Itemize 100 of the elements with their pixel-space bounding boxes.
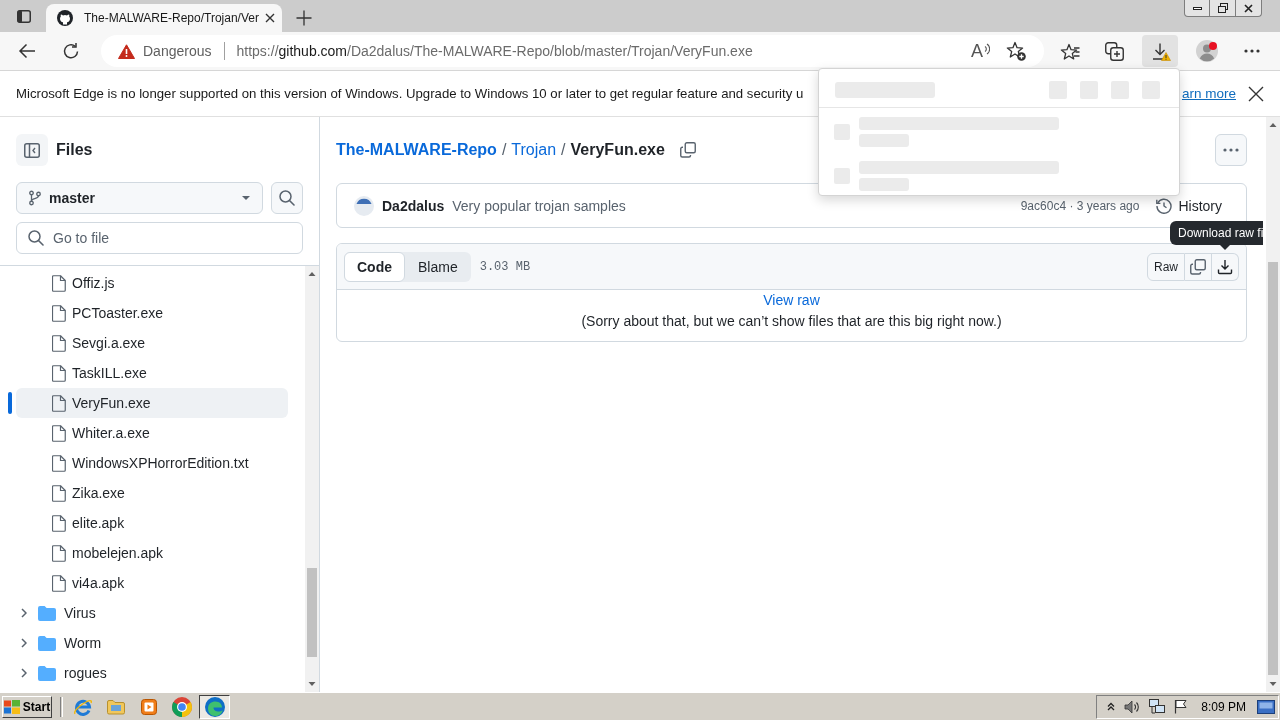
flag-icon[interactable]	[1174, 699, 1189, 714]
squares-plus-icon	[1104, 41, 1124, 61]
browser-tab[interactable]: The-MALWARE-Repo/Trojan/Ver	[46, 4, 282, 32]
more-icon	[1244, 49, 1260, 53]
show-desktop-icon[interactable]	[1257, 699, 1275, 714]
file-tree-item[interactable]: elite.apk	[16, 508, 288, 538]
branch-icon	[29, 190, 41, 206]
windows-flag-icon	[3, 699, 20, 714]
network-icon[interactable]	[1149, 699, 1166, 714]
file-icon	[52, 364, 66, 382]
download-raw-button[interactable]	[1212, 252, 1239, 281]
collapse-sidebar-button[interactable]	[16, 134, 48, 166]
url-text: https://github.com/Da2dalus/The-MALWARE-Repo/blob/master/Trojan/VeryFun.exe	[236, 43, 753, 59]
folder-icon	[106, 698, 125, 715]
raw-button[interactable]: Raw	[1147, 252, 1185, 281]
file-filter-field[interactable]: Go to file	[16, 222, 303, 254]
folder-icon	[38, 665, 56, 681]
folder-tree-item[interactable]: Worm	[16, 628, 288, 658]
branch-select[interactable]: master	[16, 182, 263, 214]
minimize-icon	[1192, 6, 1202, 10]
file-tree-item[interactable]: Sevgi.a.exe	[16, 328, 288, 358]
close-infobar-button[interactable]	[1248, 85, 1264, 102]
breadcrumb-link[interactable]: Trojan	[511, 141, 557, 159]
copy-raw-button[interactable]	[1185, 252, 1212, 281]
restore-icon	[1217, 3, 1228, 13]
file-tree-item[interactable]: vi4a.apk	[16, 568, 288, 598]
too-large-notice: (Sorry about that, but we can’t show files that are this big right now.)	[580, 312, 1003, 331]
back-icon	[18, 43, 36, 59]
start-button[interactable]: Start	[2, 695, 52, 718]
file-icon	[52, 334, 66, 352]
swirl-logo-icon	[204, 696, 225, 717]
file-icon	[52, 424, 66, 442]
search-icon	[279, 190, 295, 206]
file-icon	[52, 484, 66, 502]
wheel-logo-icon	[171, 696, 192, 717]
avatar-icon	[354, 195, 374, 216]
author-link[interactable]: Da2dalus	[382, 197, 445, 214]
refresh-icon	[62, 42, 80, 60]
file-icon	[52, 304, 66, 322]
speaker-icon[interactable]	[1124, 699, 1141, 714]
star-plus-icon	[1006, 41, 1026, 61]
file-tree-item[interactable]: WindowsXPHorrorEdition.txt	[16, 448, 288, 478]
star-list-icon	[1060, 42, 1080, 60]
folder-icon	[38, 605, 56, 621]
breadcrumb-separator: /	[501, 141, 507, 159]
breadcrumb-link[interactable]: The-MALWARE-Repo	[336, 141, 497, 159]
clock-icon	[1156, 197, 1173, 214]
file-tree-item[interactable]: TaskILL.exe	[16, 358, 288, 388]
breadcrumb-separator: /	[561, 141, 566, 159]
chevron-up-icon[interactable]	[1107, 702, 1116, 711]
copy-icon	[679, 142, 696, 158]
clock-text: 8:09 PM	[1201, 699, 1246, 714]
chevron-right-icon[interactable]	[21, 638, 27, 648]
downloads-button[interactable]	[1142, 35, 1178, 67]
folder-tree-item[interactable]: Virus	[16, 598, 288, 628]
site-info-button[interactable]: Dangerous	[115, 38, 215, 64]
file-icon	[52, 514, 66, 532]
file-icon	[52, 454, 66, 472]
address-bar[interactable]: Dangerous https://github.com/Da2dalus/The-MALWARE-Repo/blob/master/Trojan/VeryFun.exe A	[101, 35, 1044, 67]
sound-waves-icon	[984, 43, 990, 55]
chevron-right-icon[interactable]	[21, 608, 27, 618]
minimize-button[interactable]	[1184, 0, 1210, 17]
search-button[interactable]	[271, 182, 303, 214]
folder-icon	[38, 635, 56, 651]
file-tree-item[interactable]: Zika.exe	[16, 478, 288, 508]
search-icon	[28, 230, 44, 246]
info-message: Microsoft Edge is no longer supported on this version of Windows. Upgrade to Windows 10 or later to get regular feature and security u	[16, 86, 804, 101]
file-tree-item[interactable]: PCToaster.exe	[16, 298, 288, 328]
history-button[interactable]: History	[1148, 191, 1230, 220]
close-window-button[interactable]	[1236, 0, 1262, 17]
file-icon	[52, 274, 66, 292]
file-tree-item[interactable]: Whiter.a.exe	[16, 418, 288, 448]
learn-more-link[interactable]: arn more	[1181, 86, 1236, 101]
close-icon	[1248, 85, 1264, 102]
file-icon	[52, 574, 66, 592]
read-aloud-button[interactable]: A	[967, 37, 994, 65]
file-icon	[52, 394, 66, 412]
chevron-right-icon[interactable]	[21, 668, 27, 678]
file-size: 3.03 MB	[479, 259, 531, 274]
download-icon	[1217, 258, 1233, 275]
commit-meta: 9ac60c4 · 3 years ago	[1020, 198, 1140, 213]
play-icon	[140, 698, 157, 715]
view-tab[interactable]: Code	[344, 251, 405, 282]
view-raw-link[interactable]: View raw	[763, 292, 820, 308]
copy-icon	[1190, 258, 1206, 275]
plus-icon	[296, 10, 312, 26]
taskbar-button[interactable]	[199, 694, 230, 719]
file-name: VeryFun.exe	[570, 141, 665, 159]
view-tab[interactable]: Blame	[405, 251, 471, 282]
file-tree-item[interactable]: Offiz.js	[16, 268, 288, 298]
caret-icon	[242, 196, 250, 200]
more-icon	[1223, 148, 1239, 152]
tooltip: Download raw fi	[1170, 221, 1264, 245]
file-tree-item[interactable]: mobelejen.apk	[16, 538, 288, 568]
folder-tree-item[interactable]: rogues	[16, 658, 288, 688]
cat-logo-icon	[57, 10, 73, 26]
commit-message-link[interactable]: Very popular trojan samples	[452, 197, 626, 214]
warning-icon	[118, 43, 135, 59]
download-icon	[1152, 42, 1168, 60]
restore-button[interactable]	[1210, 0, 1236, 17]
